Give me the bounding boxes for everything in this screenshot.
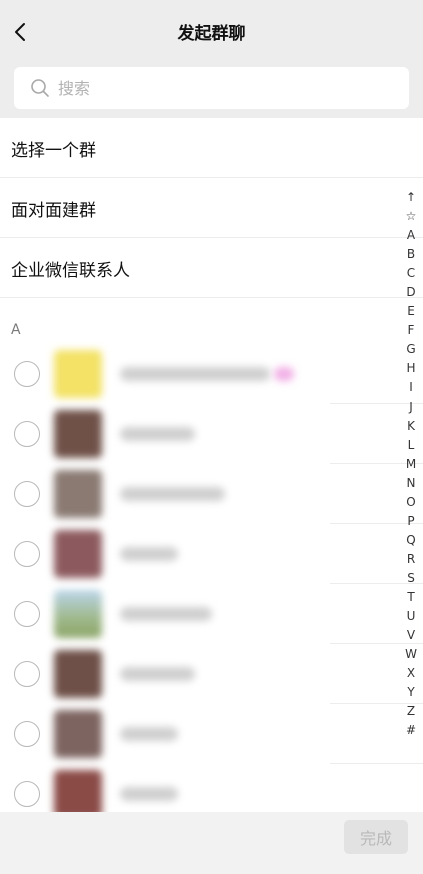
avatar xyxy=(54,350,102,398)
contact-name-blurred xyxy=(120,667,195,681)
index-letter-n[interactable]: N xyxy=(407,474,416,493)
section-header: A xyxy=(11,322,21,338)
index-letter-l[interactable]: L xyxy=(408,436,415,455)
avatar xyxy=(54,590,102,638)
index-letter-z[interactable]: Z xyxy=(407,702,415,721)
search-bar xyxy=(0,62,423,118)
done-button[interactable]: 完成 xyxy=(344,820,408,854)
bottom-bar: 完成 xyxy=(0,812,423,874)
avatar xyxy=(54,710,102,758)
wecom-contacts-item[interactable]: 企业微信联系人 xyxy=(0,238,423,298)
contact-row[interactable] xyxy=(0,644,423,704)
index-letter-m[interactable]: M xyxy=(406,455,416,474)
avatar xyxy=(54,470,102,518)
index-letter-h[interactable]: H xyxy=(406,359,415,378)
face-to-face-group-label: 面对面建群 xyxy=(11,200,96,221)
checkbox[interactable] xyxy=(14,781,40,807)
contact-row[interactable] xyxy=(0,404,423,464)
index-letter-r[interactable]: R xyxy=(407,550,415,569)
alphabet-index-bar[interactable]: ↑ ☆ A B C D E F G H I J K L M N O P Q R … xyxy=(401,188,421,740)
index-letter-s[interactable]: S xyxy=(407,569,415,588)
index-letter-q[interactable]: Q xyxy=(406,531,415,550)
avatar xyxy=(54,650,102,698)
back-button[interactable] xyxy=(8,17,32,47)
wecom-contacts-label: 企业微信联系人 xyxy=(11,260,130,281)
index-letter-i[interactable]: I xyxy=(409,378,413,397)
checkbox[interactable] xyxy=(14,421,40,447)
search-box[interactable] xyxy=(14,67,409,109)
index-letter-k[interactable]: K xyxy=(407,417,415,436)
contact-row[interactable] xyxy=(0,704,423,764)
index-star[interactable]: ☆ xyxy=(406,207,417,226)
checkbox[interactable] xyxy=(14,721,40,747)
checkbox[interactable] xyxy=(14,541,40,567)
contact-row[interactable] xyxy=(0,764,423,812)
index-hash[interactable]: # xyxy=(406,721,416,740)
index-letter-o[interactable]: O xyxy=(406,493,415,512)
contact-list: 选择一个群 面对面建群 企业微信联系人 A xyxy=(0,118,423,812)
contact-row[interactable] xyxy=(0,584,423,644)
index-letter-t[interactable]: T xyxy=(407,588,414,607)
avatar xyxy=(54,530,102,578)
contact-name-blurred xyxy=(120,367,270,381)
page-title: 发起群聊 xyxy=(177,23,246,44)
contact-row[interactable] xyxy=(0,344,423,404)
index-letter-v[interactable]: V xyxy=(407,626,415,645)
contact-name-blurred xyxy=(120,727,178,741)
select-group-label: 选择一个群 xyxy=(11,140,96,161)
avatar xyxy=(54,770,102,812)
search-input[interactable] xyxy=(58,78,358,98)
checkbox[interactable] xyxy=(14,601,40,627)
contact-name-blurred xyxy=(120,547,178,561)
checkbox[interactable] xyxy=(14,661,40,687)
index-letter-w[interactable]: W xyxy=(405,645,417,664)
contact-tag-blurred xyxy=(274,367,294,381)
index-letter-p[interactable]: P xyxy=(407,512,414,531)
search-icon xyxy=(31,79,49,97)
nav-bar: 发起群聊 xyxy=(0,0,423,62)
index-letter-g[interactable]: G xyxy=(406,340,415,359)
index-letter-u[interactable]: U xyxy=(407,607,416,626)
select-group-item[interactable]: 选择一个群 xyxy=(0,118,423,178)
index-letter-y[interactable]: Y xyxy=(407,683,414,702)
contact-name-blurred xyxy=(120,427,195,441)
contact-name-blurred xyxy=(120,487,225,501)
contact-row[interactable] xyxy=(0,464,423,524)
index-letter-b[interactable]: B xyxy=(407,245,415,264)
contact-name-blurred xyxy=(120,607,212,621)
avatar xyxy=(54,410,102,458)
index-letter-f[interactable]: F xyxy=(408,321,415,340)
index-letter-e[interactable]: E xyxy=(407,302,415,321)
checkbox[interactable] xyxy=(14,481,40,507)
index-letter-a[interactable]: A xyxy=(407,226,415,245)
face-to-face-group-item[interactable]: 面对面建群 xyxy=(0,178,423,238)
index-letter-d[interactable]: D xyxy=(406,283,415,302)
index-letter-c[interactable]: C xyxy=(407,264,415,283)
contact-name-blurred xyxy=(120,787,178,801)
index-letter-x[interactable]: X xyxy=(407,664,415,683)
index-letter-j[interactable]: J xyxy=(409,398,413,417)
checkbox[interactable] xyxy=(14,361,40,387)
index-arrow-up[interactable]: ↑ xyxy=(406,188,416,207)
chevron-left-icon xyxy=(15,23,25,41)
contact-row[interactable] xyxy=(0,524,423,584)
